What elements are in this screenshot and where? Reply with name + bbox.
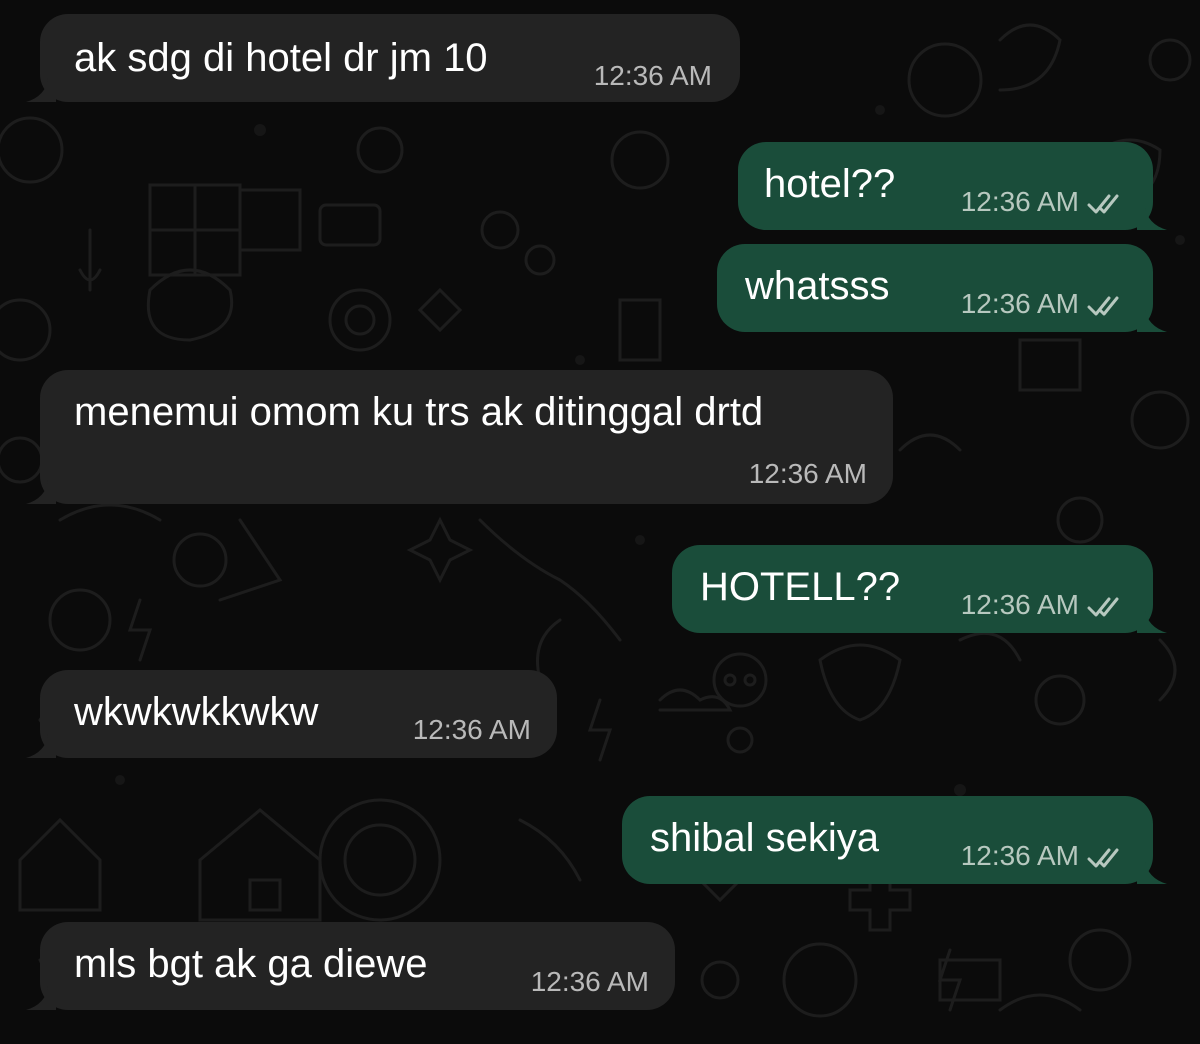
bubble-tail: [1137, 860, 1167, 884]
bubble-tail: [1137, 308, 1167, 332]
message-time-label: 12:36 AM: [960, 186, 1079, 217]
double-check-icon: [1087, 296, 1119, 316]
message-time-label: 12:36 AM: [960, 589, 1079, 620]
bubble-tail: [26, 986, 56, 1010]
message-bubble-incoming[interactable]: mls bgt ak ga diewe 12:36 AM: [26, 922, 675, 1010]
message-bubble-outgoing[interactable]: hotel?? 12:36 AM: [738, 142, 1167, 230]
message-bubble-outgoing[interactable]: shibal sekiya 12:36 AM: [622, 796, 1167, 884]
double-check-icon: [1087, 597, 1119, 617]
message-time: 12:36 AM: [412, 714, 531, 745]
bubble-tail: [26, 734, 56, 758]
chat-view: ak sdg di hotel dr jm 10 12:36 AM hotel?…: [0, 0, 1200, 1044]
message-text: wkwkwkkwkw: [74, 690, 319, 734]
message-text: hotel??: [764, 162, 896, 206]
message-time: 12:36 AM: [530, 966, 649, 997]
message-bubble-incoming[interactable]: menemui omom ku trs ak ditinggal drtd 12…: [26, 370, 893, 504]
message-time-label: 12:36 AM: [960, 288, 1079, 319]
message-text: ak sdg di hotel dr jm 10: [74, 36, 488, 80]
message-time: 12:36 AM: [961, 840, 1127, 872]
message-bubble-outgoing[interactable]: HOTELL?? 12:36 AM: [672, 545, 1167, 633]
double-check-icon: [1087, 194, 1119, 214]
double-check-icon: [1087, 848, 1119, 868]
message-time: 12:36 AM: [961, 186, 1127, 218]
bubble-tail: [26, 480, 56, 504]
message-time: 12:36 AM: [593, 60, 712, 91]
message-text: whatsss: [745, 264, 890, 308]
message-text: menemui omom ku trs ak ditinggal drtd: [74, 390, 764, 434]
bubble-tail: [1137, 609, 1167, 633]
message-time: 12:36 AM: [748, 458, 867, 489]
message-time: 12:36 AM: [961, 589, 1127, 621]
message-time-label: 12:36 AM: [960, 840, 1079, 871]
bubble-tail: [1137, 206, 1167, 230]
message-text: shibal sekiya: [650, 816, 880, 860]
message-text: mls bgt ak ga diewe: [74, 942, 428, 986]
message-time: 12:36 AM: [961, 288, 1127, 320]
message-bubble-outgoing[interactable]: whatsss 12:36 AM: [717, 244, 1167, 332]
message-bubble-incoming[interactable]: wkwkwkkwkw 12:36 AM: [26, 670, 557, 758]
message-bubble-incoming[interactable]: ak sdg di hotel dr jm 10 12:36 AM: [26, 14, 740, 102]
bubble-tail: [26, 78, 56, 102]
message-text: HOTELL??: [700, 565, 901, 609]
